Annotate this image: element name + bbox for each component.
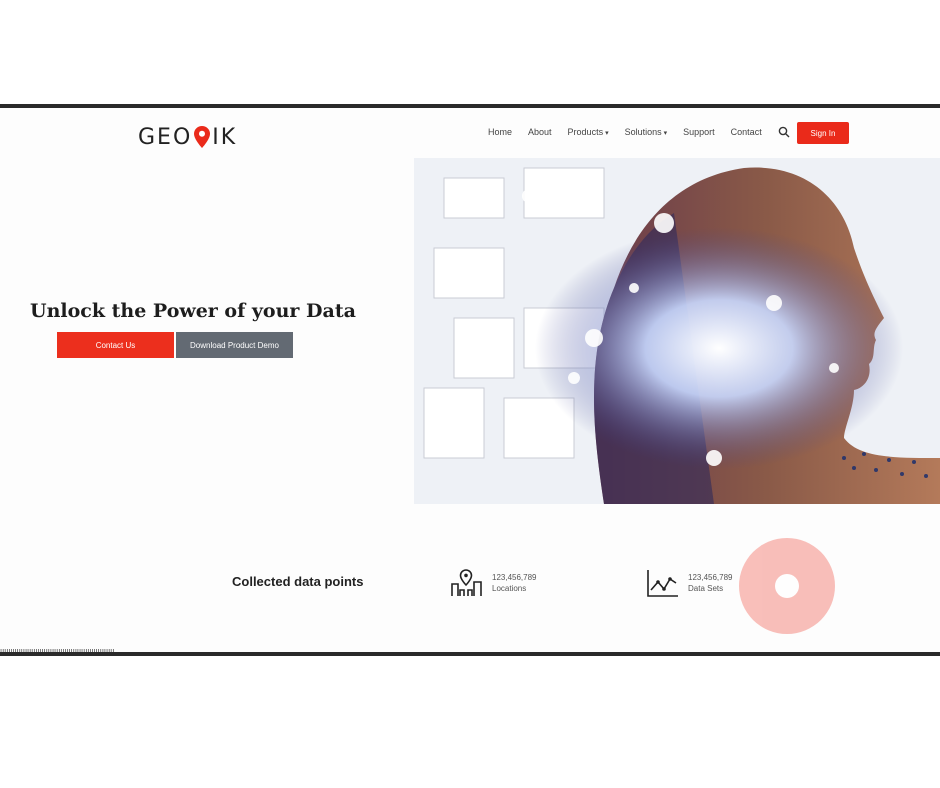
nav-item-about[interactable]: About <box>528 127 552 137</box>
download-demo-button[interactable]: Download Product Demo <box>176 332 293 358</box>
nav-item-home[interactable]: Home <box>488 127 512 137</box>
nav-item-solutions-label: Solutions <box>624 127 662 137</box>
logo-text-right: IK <box>212 124 238 150</box>
chevron-down-icon: ▾ <box>605 130 609 137</box>
bottom-ticker: ||||||||||||||||||||||||||||||||||||||||… <box>0 648 115 656</box>
hero-image <box>414 158 940 504</box>
search-icon[interactable] <box>778 126 790 138</box>
stat-locations: 123,456,789 Locations <box>450 568 537 598</box>
logo-text-left: GEO <box>138 124 193 150</box>
hero-title: Unlock the Power of your Data <box>30 300 356 322</box>
nav-item-support[interactable]: Support <box>683 127 715 137</box>
stats-title: Collected data points <box>232 574 364 589</box>
hero-illustration <box>414 158 940 504</box>
nav-item-contact[interactable]: Contact <box>731 127 762 137</box>
decorative-circle <box>739 538 835 634</box>
stat-locations-label: Locations <box>492 584 527 593</box>
browser-frame: GEO IK Home About Products ▾ Solutions ▾ S… <box>0 104 940 656</box>
stat-data-sets-value: 123,456,789 <box>688 573 733 582</box>
nav-item-products-label: Products <box>567 127 604 137</box>
map-pin-buildings-icon <box>451 569 482 596</box>
nav-item-solutions[interactable]: Solutions ▾ <box>625 127 668 137</box>
map-pin-icon <box>194 126 211 148</box>
sign-in-button[interactable]: Sign In <box>797 122 849 144</box>
stat-data-sets: 123,456,789 Data Sets <box>646 568 733 598</box>
chart-icon <box>647 570 678 597</box>
main-nav: Home About Products ▾ Solutions ▾ Support … <box>488 126 790 138</box>
geoik-logo[interactable]: GEO IK <box>138 122 237 152</box>
chevron-down-icon: ▾ <box>663 130 668 137</box>
nav-item-products[interactable]: Products ▾ <box>568 127 609 137</box>
contact-us-button[interactable]: Contact Us <box>57 332 174 358</box>
stat-data-sets-label: Data Sets <box>688 584 724 593</box>
stat-locations-value: 123,456,789 <box>492 573 537 582</box>
